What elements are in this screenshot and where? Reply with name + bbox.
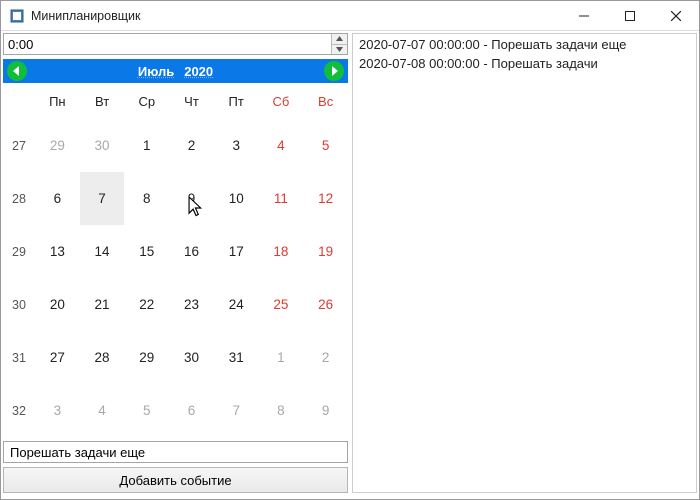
calendar-day[interactable]: 1 (124, 119, 169, 172)
close-button[interactable] (653, 1, 699, 30)
window-title: Минипланировщик (31, 9, 561, 23)
calendar-day[interactable]: 5 (303, 119, 348, 172)
calendar-day[interactable]: 28 (80, 331, 125, 384)
calendar-day[interactable]: 19 (303, 225, 348, 278)
calendar-day[interactable]: 20 (35, 278, 80, 331)
calendar-day[interactable]: 2 (303, 331, 348, 384)
prev-month-button[interactable] (7, 61, 27, 81)
calendar-day[interactable]: 25 (259, 278, 304, 331)
calendar-day[interactable]: 10 (214, 172, 259, 225)
event-item[interactable]: 2020-07-08 00:00:00 - Порешать задачи (359, 55, 690, 74)
calendar-day[interactable]: 3 (214, 119, 259, 172)
week-number: 29 (3, 225, 35, 278)
day-header: Вт (80, 83, 125, 119)
calendar-day[interactable]: 8 (124, 172, 169, 225)
calendar-day[interactable]: 1 (259, 331, 304, 384)
calendar-day[interactable]: 22 (124, 278, 169, 331)
time-input[interactable] (4, 34, 331, 54)
day-header: Пт (214, 83, 259, 119)
month-label: Июль (138, 64, 174, 79)
spin-down-button[interactable] (332, 45, 347, 55)
app-window: Минипланировщик Июль 2020 (0, 0, 700, 500)
calendar-day[interactable]: 8 (259, 384, 304, 437)
calendar-day[interactable]: 30 (80, 119, 125, 172)
event-list[interactable]: 2020-07-07 00:00:00 - Порешать задачи ещ… (352, 33, 697, 493)
calendar-day[interactable]: 9 (169, 172, 214, 225)
add-event-button[interactable]: Добавить событие (3, 467, 348, 493)
day-header: Пн (35, 83, 80, 119)
time-spinbox[interactable] (3, 33, 348, 55)
calendar-day[interactable]: 9 (303, 384, 348, 437)
calendar-day[interactable]: 24 (214, 278, 259, 331)
next-month-button[interactable] (324, 61, 344, 81)
app-icon (9, 8, 25, 24)
calendar-day[interactable]: 29 (35, 119, 80, 172)
calendar-header: Июль 2020 (3, 59, 348, 83)
day-header: Вс (303, 83, 348, 119)
week-number: 30 (3, 278, 35, 331)
year-label: 2020 (184, 64, 213, 79)
week-number: 32 (3, 384, 35, 437)
minimize-button[interactable] (561, 1, 607, 30)
spin-up-button[interactable] (332, 34, 347, 45)
maximize-button[interactable] (607, 1, 653, 30)
calendar-day[interactable]: 12 (303, 172, 348, 225)
calendar-day[interactable]: 23 (169, 278, 214, 331)
event-item[interactable]: 2020-07-07 00:00:00 - Порешать задачи ещ… (359, 36, 690, 55)
calendar-widget: Июль 2020 ПнВтСрЧтПтСбВс2729301234528678… (3, 59, 348, 437)
event-text-input[interactable] (4, 442, 347, 462)
calendar-day[interactable]: 4 (259, 119, 304, 172)
calendar-day[interactable]: 26 (303, 278, 348, 331)
week-number: 31 (3, 331, 35, 384)
day-header: Чт (169, 83, 214, 119)
calendar-day[interactable]: 6 (169, 384, 214, 437)
calendar-day[interactable]: 5 (124, 384, 169, 437)
calendar-day[interactable]: 30 (169, 331, 214, 384)
calendar-day[interactable]: 14 (80, 225, 125, 278)
title-bar[interactable]: Минипланировщик (1, 1, 699, 31)
calendar-day[interactable]: 29 (124, 331, 169, 384)
calendar-day[interactable]: 27 (35, 331, 80, 384)
calendar-day[interactable]: 3 (35, 384, 80, 437)
calendar-day[interactable]: 16 (169, 225, 214, 278)
calendar-day[interactable]: 11 (259, 172, 304, 225)
calendar-day[interactable]: 4 (80, 384, 125, 437)
calendar-day[interactable]: 31 (214, 331, 259, 384)
day-header: Сб (259, 83, 304, 119)
calendar-title[interactable]: Июль 2020 (138, 64, 213, 79)
event-text-field[interactable] (3, 441, 348, 463)
calendar-day[interactable]: 7 (80, 172, 125, 225)
calendar-day[interactable]: 21 (80, 278, 125, 331)
calendar-day[interactable]: 18 (259, 225, 304, 278)
calendar-grid: ПнВтСрЧтПтСбВс27293012345286789101112291… (3, 83, 348, 437)
week-number: 28 (3, 172, 35, 225)
calendar-day[interactable]: 2 (169, 119, 214, 172)
calendar-day[interactable]: 7 (214, 384, 259, 437)
calendar-day[interactable]: 6 (35, 172, 80, 225)
calendar-day[interactable]: 13 (35, 225, 80, 278)
calendar-day[interactable]: 15 (124, 225, 169, 278)
calendar-day[interactable]: 17 (214, 225, 259, 278)
week-number: 27 (3, 119, 35, 172)
day-header: Ср (124, 83, 169, 119)
